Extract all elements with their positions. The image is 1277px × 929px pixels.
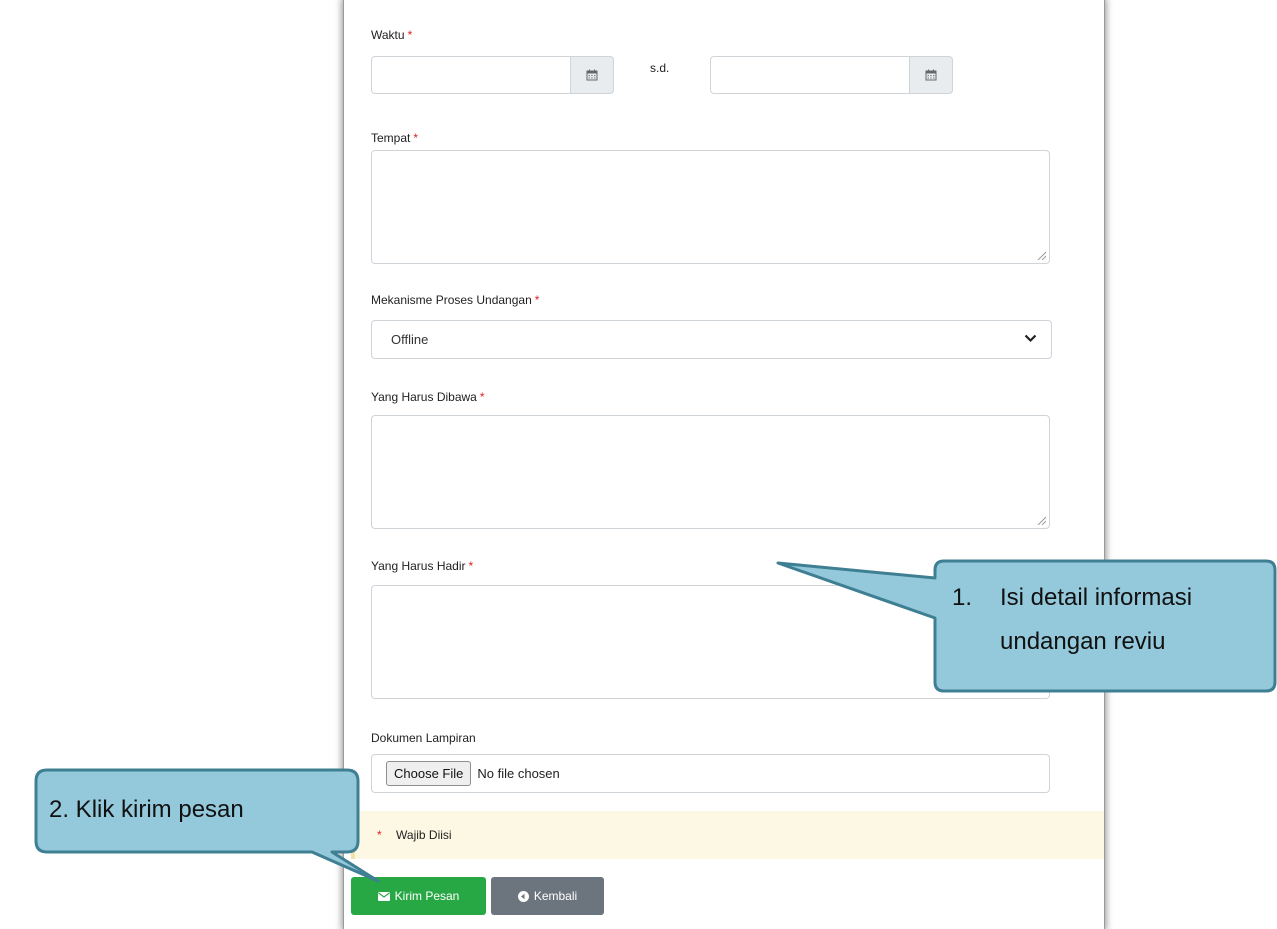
callout-2-shape bbox=[34, 768, 380, 883]
callout-2-text: 2. Klik kirim pesan bbox=[49, 796, 244, 823]
